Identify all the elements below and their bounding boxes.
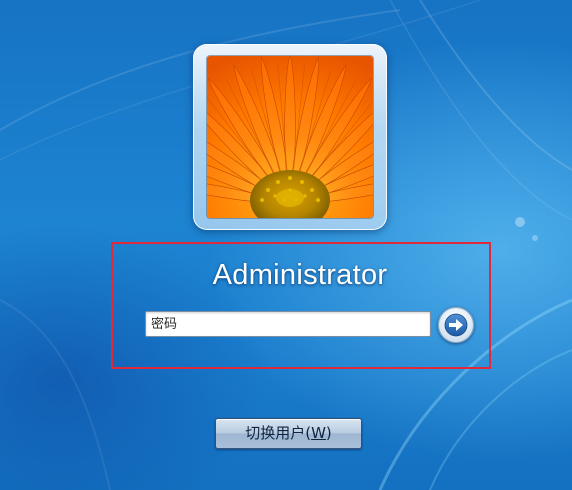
login-submit-button[interactable] (438, 307, 474, 343)
switch-user-label: 切换用户( (245, 424, 312, 442)
switch-user-button[interactable]: 切换用户(W) (215, 418, 362, 449)
switch-user-close: ) (325, 424, 332, 442)
switch-user-accel: W (311, 424, 326, 442)
user-avatar-flower-icon (207, 56, 373, 218)
user-avatar-frame (193, 44, 387, 230)
right-arrow-icon (444, 313, 468, 337)
password-input[interactable] (145, 311, 431, 337)
username-label: Administrator (212, 259, 388, 291)
